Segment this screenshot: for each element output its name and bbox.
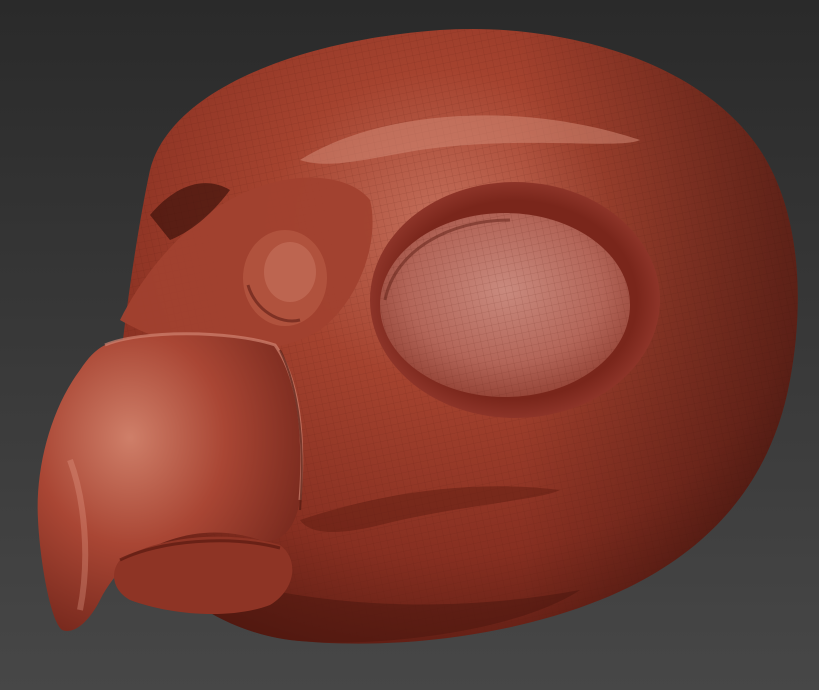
sculpt-model[interactable] bbox=[0, 0, 819, 690]
sculpt-viewport[interactable] bbox=[0, 0, 819, 690]
eye-socket[interactable] bbox=[370, 182, 660, 418]
